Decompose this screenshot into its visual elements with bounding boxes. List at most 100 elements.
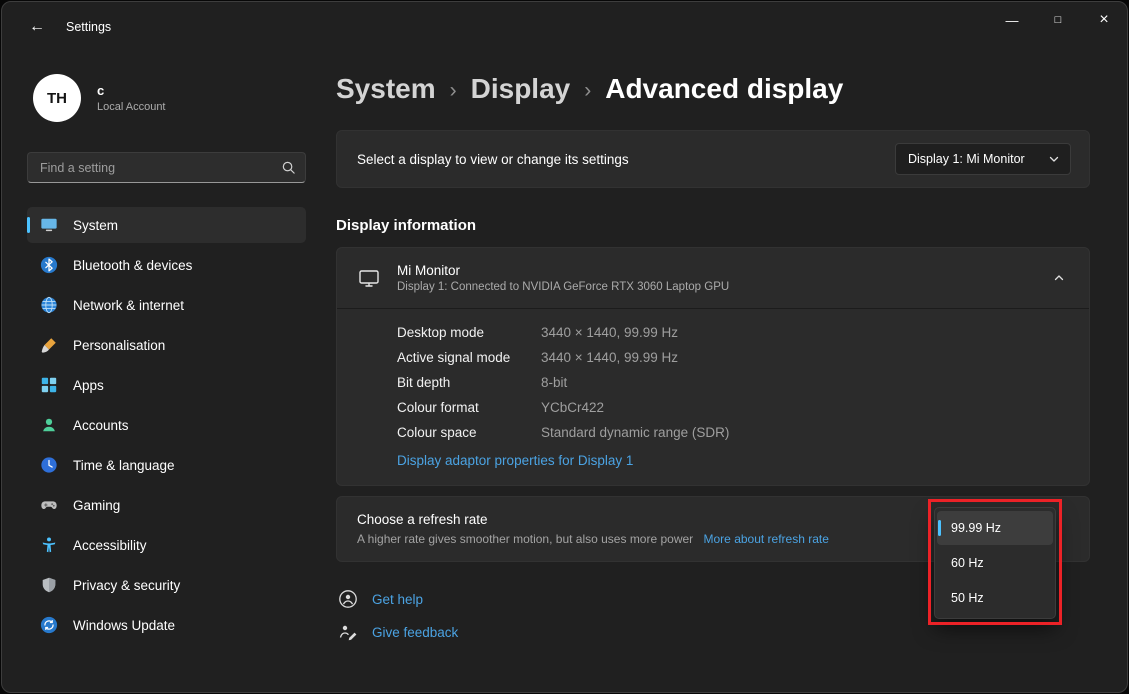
breadcrumb-display[interactable]: Display [471,73,571,105]
detail-value: 3440 × 1440, 99.99 Hz [541,350,678,365]
sidebar-item-personalisation[interactable]: Personalisation [27,327,306,363]
apps-icon [40,376,58,394]
privacy-shield-icon [40,576,58,594]
sidebar-item-label: System [73,218,118,233]
main-content: System › Display › Advanced display Sele… [322,52,1127,693]
detail-label: Colour format [397,400,541,415]
accessibility-icon [40,536,58,554]
sidebar: TH c Local Account [2,52,322,693]
detail-row-desktop-mode: Desktop mode 3440 × 1440, 99.99 Hz [397,320,1069,345]
display-adaptor-properties-link[interactable]: Display adaptor properties for Display 1 [397,453,633,468]
option-label: 50 Hz [951,591,984,605]
user-name: c [97,83,166,98]
chevron-down-icon [1048,153,1060,165]
give-feedback-link[interactable]: Give feedback [372,625,458,640]
breadcrumb-separator-icon: › [450,76,457,103]
display-information-card: Mi Monitor Display 1: Connected to NVIDI… [336,247,1090,486]
minimize-button[interactable]: — [989,2,1035,38]
sidebar-item-label: Network & internet [73,298,184,313]
sidebar-item-privacy-security[interactable]: Privacy & security [27,567,306,603]
refresh-rate-option-50hz[interactable]: 50 Hz [937,581,1053,615]
sidebar-item-label: Windows Update [73,618,175,633]
breadcrumb: System › Display › Advanced display [336,73,1090,105]
display-selector-value: Display 1: Mi Monitor [908,152,1025,166]
detail-row-colour-space: Colour space Standard dynamic range (SDR… [397,420,1069,445]
sidebar-item-network-internet[interactable]: Network & internet [27,287,306,323]
sidebar-item-windows-update[interactable]: Windows Update [27,607,306,643]
sidebar-item-label: Accounts [73,418,129,433]
selection-indicator [938,520,941,536]
personalisation-icon [40,336,58,354]
detail-row-bit-depth: Bit depth 8-bit [397,370,1069,395]
settings-window: ← Settings — □ × TH c Local Account [1,1,1128,693]
sidebar-item-time-language[interactable]: Time & language [27,447,306,483]
monitor-header-text: Mi Monitor Display 1: Connected to NVIDI… [397,263,729,293]
page-title: Advanced display [605,73,843,105]
sidebar-item-accessibility[interactable]: Accessibility [27,527,306,563]
breadcrumb-separator-icon: › [584,76,591,103]
sidebar-item-gaming[interactable]: Gaming [27,487,306,523]
display-selector-label: Select a display to view or change its s… [357,152,629,167]
option-label: 60 Hz [951,556,984,570]
detail-value: Standard dynamic range (SDR) [541,425,729,440]
window-title: Settings [66,20,111,34]
avatar: TH [33,74,81,122]
user-meta: c Local Account [97,83,166,113]
display-information-heading: Display information [336,217,1090,234]
sidebar-nav: System Bluetooth & devices Network & int… [27,207,306,643]
time-language-icon [40,456,58,474]
breadcrumb-system[interactable]: System [336,73,436,105]
detail-label: Bit depth [397,375,541,390]
monitor-expander-header[interactable]: Mi Monitor Display 1: Connected to NVIDI… [337,248,1089,308]
monitor-connection-detail: Display 1: Connected to NVIDIA GeForce R… [397,281,729,293]
system-icon [40,216,58,234]
bluetooth-icon [40,256,58,274]
give-feedback-icon [338,622,358,642]
detail-label: Desktop mode [397,325,541,340]
user-account-type: Local Account [97,101,166,113]
refresh-rate-flyout: 99.99 Hz 60 Hz 50 Hz [934,507,1056,619]
get-help-link[interactable]: Get help [372,592,423,607]
give-feedback-row: Give feedback [338,622,1090,642]
get-help-icon [338,589,358,609]
monitor-icon [358,267,380,289]
sidebar-item-apps[interactable]: Apps [27,367,306,403]
sidebar-item-label: Personalisation [73,338,165,353]
refresh-rate-learn-more-link[interactable]: More about refresh rate [704,532,829,546]
refresh-rate-option-60hz[interactable]: 60 Hz [937,546,1053,580]
detail-label: Active signal mode [397,350,541,365]
gaming-icon [40,496,58,514]
display-selector-dropdown[interactable]: Display 1: Mi Monitor [895,143,1071,175]
user-profile[interactable]: TH c Local Account [33,74,306,122]
close-button[interactable]: × [1081,2,1127,38]
sidebar-item-label: Privacy & security [73,578,180,593]
search-input[interactable] [27,152,306,183]
window-controls: — □ × [989,2,1127,38]
windows-update-icon [40,616,58,634]
option-label: 99.99 Hz [951,521,1001,535]
titlebar: ← Settings — □ × [2,2,1127,52]
sidebar-item-accounts[interactable]: Accounts [27,407,306,443]
display-details: Desktop mode 3440 × 1440, 99.99 Hz Activ… [337,309,1089,485]
sidebar-item-bluetooth-devices[interactable]: Bluetooth & devices [27,247,306,283]
sidebar-item-label: Gaming [73,498,120,513]
selection-indicator [27,217,30,233]
maximize-button[interactable]: □ [1035,2,1081,38]
sidebar-item-system[interactable]: System [27,207,306,243]
detail-row-active-signal-mode: Active signal mode 3440 × 1440, 99.99 Hz [397,345,1069,370]
refresh-rate-option-99-99hz[interactable]: 99.99 Hz [937,511,1053,545]
display-selector-card: Select a display to view or change its s… [336,130,1090,188]
back-button[interactable]: ← [20,11,54,43]
sidebar-item-label: Time & language [73,458,175,473]
accounts-icon [40,416,58,434]
monitor-name: Mi Monitor [397,263,729,278]
detail-label: Colour space [397,425,541,440]
chevron-up-icon [1053,272,1065,284]
detail-value: YCbCr422 [541,400,604,415]
detail-value: 8-bit [541,375,567,390]
search-icon [281,160,296,175]
detail-value: 3440 × 1440, 99.99 Hz [541,325,678,340]
sidebar-item-label: Accessibility [73,538,147,553]
search-box [27,152,306,183]
refresh-rate-description: A higher rate gives smoother motion, but… [357,532,693,546]
